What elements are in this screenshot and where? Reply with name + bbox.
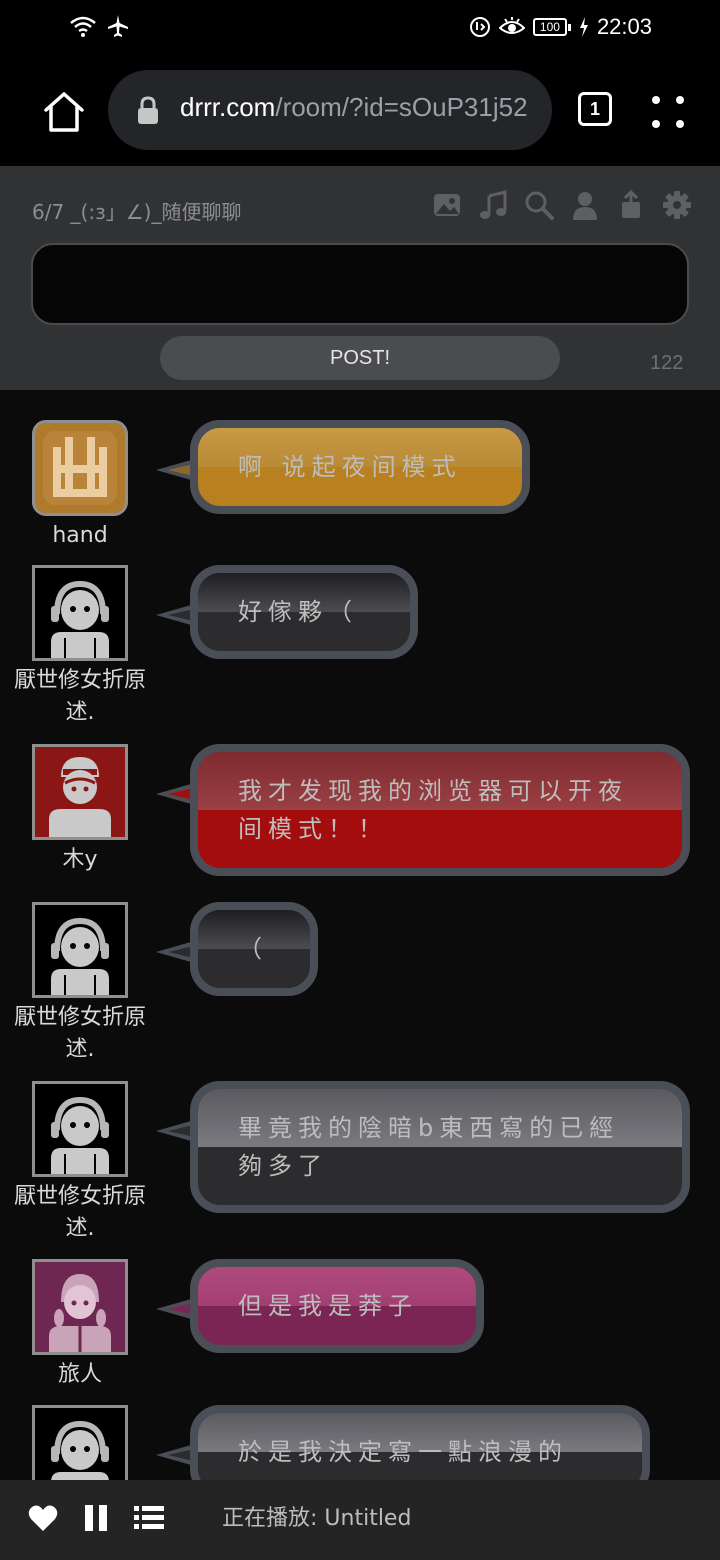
message-bubble: 啊 说起夜间模式 xyxy=(190,420,530,514)
more-menu-icon[interactable] xyxy=(648,92,688,132)
headphones-avatar[interactable] xyxy=(32,902,128,998)
battery-level: 100 xyxy=(532,18,567,36)
tab-switcher-button[interactable]: 1 xyxy=(578,92,612,126)
data-saver-icon xyxy=(469,17,490,37)
playlist-icon[interactable] xyxy=(134,1504,164,1532)
message-text: 我才发现我的浏览器可以开夜间模式！！ xyxy=(238,777,628,843)
charging-icon xyxy=(579,17,588,37)
user-list-icon[interactable] xyxy=(570,190,600,220)
username: 厭世修女折原述. xyxy=(13,668,146,725)
message-text: 畢竟我的陰暗b東西寫的已經夠多了 xyxy=(238,1114,620,1180)
girl-avatar[interactable] xyxy=(32,1259,128,1355)
status-bar: 100 22:03 xyxy=(0,0,720,58)
message-text: 好傢夥（ xyxy=(238,598,358,626)
message-text: （ xyxy=(238,935,268,963)
kanji-avatar[interactable] xyxy=(32,420,128,516)
browser-toolbar: drrr.com/room/?id=sOuP31j52 1 xyxy=(0,58,720,166)
settings-gear-icon[interactable] xyxy=(662,190,692,220)
search-icon[interactable] xyxy=(524,190,554,220)
message-text: 於是我決定寫一點浪漫的 xyxy=(238,1438,568,1466)
nurse-avatar[interactable] xyxy=(32,744,128,840)
home-icon[interactable] xyxy=(42,90,86,134)
username: hand xyxy=(52,523,108,548)
now-playing-text: 正在播放: Untitled xyxy=(222,1506,412,1531)
headphones-avatar[interactable] xyxy=(32,565,128,661)
post-button[interactable]: POST! xyxy=(160,336,560,380)
message-bubble: 我才发现我的浏览器可以开夜间模式！！ xyxy=(190,744,690,876)
url-text: drrr.com/room/?id=sOuP31j52 xyxy=(180,92,528,123)
message-bubble: 但是我是莽子 xyxy=(190,1259,484,1353)
music-icon[interactable] xyxy=(478,190,508,220)
share-icon[interactable] xyxy=(616,189,646,220)
airplane-mode-icon xyxy=(108,15,128,37)
status-time: 22:03 xyxy=(596,14,652,39)
username: 旅人 xyxy=(57,1362,102,1387)
message-text: 但是我是莽子 xyxy=(238,1292,418,1320)
username: 厭世修女折原述. xyxy=(13,1184,146,1241)
message-bubble: 好傢夥（ xyxy=(190,565,418,659)
url-domain: drrr.com xyxy=(180,92,276,122)
image-upload-icon[interactable] xyxy=(432,190,462,220)
headphones-avatar[interactable] xyxy=(32,1081,128,1177)
message-bubble: 於是我決定寫一點浪漫的 xyxy=(190,1405,650,1480)
music-player-bar: 正在播放: Untitled xyxy=(0,1480,720,1560)
battery-indicator: 100 xyxy=(532,18,571,36)
wifi-icon xyxy=(70,16,96,37)
room-toolbar xyxy=(432,189,692,220)
heart-icon[interactable] xyxy=(28,1504,58,1532)
message-bubble: 畢竟我的陰暗b東西寫的已經夠多了 xyxy=(190,1081,690,1213)
address-bar[interactable]: drrr.com/room/?id=sOuP31j52 xyxy=(108,70,552,150)
message-bubble: （ xyxy=(190,902,318,996)
room-title: 6/7 _(:з」∠)_随便聊聊 xyxy=(32,200,242,224)
headphones-avatar[interactable] xyxy=(32,1405,128,1480)
message-text: 啊 说起夜间模式 xyxy=(238,453,462,481)
username: 厭世修女折原述. xyxy=(13,1005,146,1062)
char-counter: 122 xyxy=(650,352,684,374)
url-path: /room/?id=sOuP31j52 xyxy=(275,92,528,122)
eye-comfort-icon xyxy=(498,17,525,34)
pause-icon[interactable] xyxy=(84,1504,108,1532)
message-input[interactable] xyxy=(31,243,689,325)
chat-log: hand 啊 说起夜间模式 厭世修女折原述. 好傢夥（ 木y 我才发现我的浏览器… xyxy=(0,390,720,1480)
username: 木y xyxy=(62,847,98,872)
room-header: 6/7 _(:з」∠)_随便聊聊 POST! 122 xyxy=(0,166,720,390)
lock-icon xyxy=(138,96,158,124)
